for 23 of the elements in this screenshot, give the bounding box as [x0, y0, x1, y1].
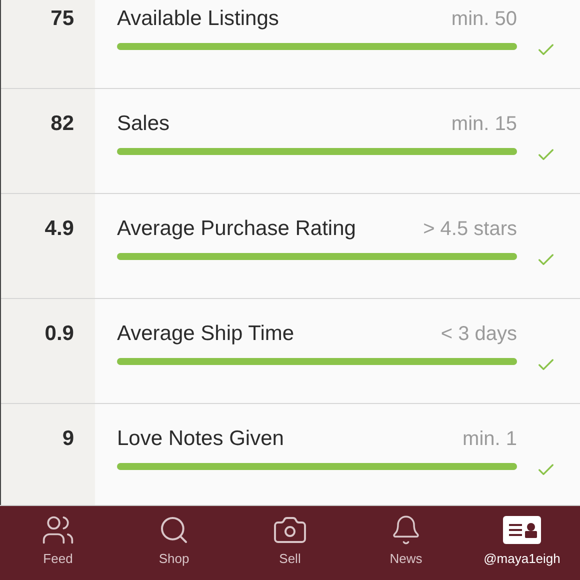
requirement-target: < 3 days	[440, 322, 517, 347]
requirement-label: Average Ship Time	[117, 321, 294, 347]
search-icon	[158, 514, 190, 546]
requirement-target: min. 15	[451, 112, 517, 137]
requirement-label: Average Purchase Rating	[117, 216, 356, 242]
tab-bar-item[interactable]: Feed	[0, 506, 116, 580]
id-card-icon	[503, 516, 541, 544]
tab-bar-item[interactable]: News	[348, 506, 464, 580]
metric-value: 82	[50, 111, 74, 137]
metric-value: 0.9	[44, 321, 74, 347]
requirement-label: Sales	[117, 111, 170, 137]
metric-value: 75	[50, 6, 74, 32]
requirement-label: Love Notes Given	[117, 426, 284, 452]
metric-value: 9	[62, 426, 74, 452]
requirement-target: min. 50	[451, 7, 517, 32]
requirement-target: min. 1	[462, 427, 517, 452]
bell-icon	[390, 514, 422, 546]
tab-bar-item[interactable]: Sell	[232, 506, 348, 580]
requirement-target: > 4.5 stars	[423, 217, 517, 242]
metric-value: 4.9	[44, 216, 74, 242]
tab-bar-item[interactable]: @maya1eigh	[464, 506, 580, 580]
requirement-label: Available Listings	[117, 6, 279, 32]
tab-bar-item[interactable]: Shop	[116, 506, 232, 580]
